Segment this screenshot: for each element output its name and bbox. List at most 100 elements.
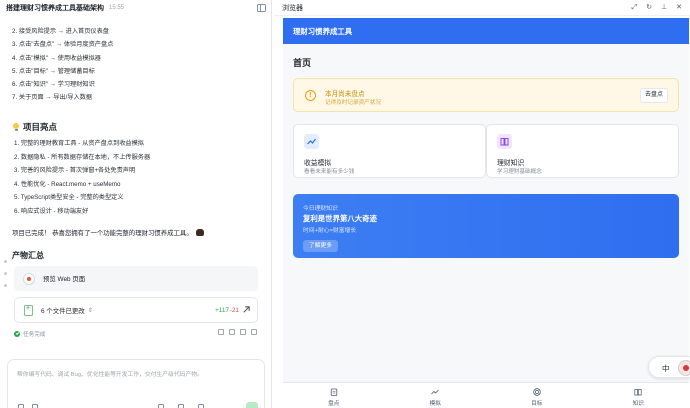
app-content: 首页 本月尚未盘点 记得及时记录资产状况 去盘点 收益模拟 看看未来能有多少钱 … — [283, 44, 690, 382]
message-composer[interactable]: 帮你编写代码、调试 Bug、优化性能等开发工作，交付生产级代码产物。 — [7, 359, 265, 408]
highlight-item: 1. 完整的理财教育工具 - 从资产盘点到收益模拟 — [14, 140, 144, 147]
reminder-title: 本月尚未盘点 — [325, 91, 365, 98]
attach-icon[interactable] — [18, 404, 24, 408]
highlights-list: 1. 完整的理财教育工具 - 从资产盘点到收益模拟 2. 数据隐私 - 所有数据… — [14, 138, 150, 219]
sidebar-toggle-icon[interactable] — [257, 4, 266, 12]
thumbs-down-icon[interactable] — [229, 329, 235, 335]
highlight-item: 4. 性能优化 - React.memo + useMemo — [14, 180, 121, 188]
ime-float-widget[interactable]: 中 — [648, 356, 690, 378]
file-changes-card[interactable]: 6 个文件已更改 ⇕ +117 -21 — [14, 297, 258, 323]
chevron-updown-icon: ⇕ — [87, 307, 93, 314]
feature-title: 理财知识 — [497, 160, 525, 167]
usage-steps: 2. 接受风险提示 → 进入首页仪表盘 3. 点击"去盘点" → 体验月度资产盘… — [12, 26, 113, 106]
step-item: 7. 关于页面 → 导出/导入数据 — [12, 94, 93, 102]
composer-placeholder: 帮你编写代码、调试 Bug、优化性能等开发工作，交付生产级代码产物。 — [17, 372, 203, 378]
feature-subtitle: 学习理财基础概念 — [497, 169, 542, 175]
task-title: 搭建理财习惯养成工具基础架构 — [6, 5, 104, 12]
message-actions — [218, 329, 257, 335]
open-external-icon[interactable] — [242, 305, 251, 314]
trend-icon — [431, 389, 440, 395]
step-item: 2. 接受风险提示 → 进入首页仪表盘 — [12, 28, 109, 35]
send-button[interactable] — [246, 402, 258, 408]
deletions-count: -21 — [229, 306, 239, 314]
close-icon[interactable]: ✕ — [676, 4, 682, 12]
banner-title: 复利是世界第八大奇迹 — [303, 214, 377, 223]
browser-controls: ⤢ ↻ ⊥ ✕ — [632, 4, 682, 12]
mic-icon[interactable] — [198, 404, 204, 408]
chat-pane: 搭建理财习惯养成工具基础架构 15:55 2. 接受风险提示 → 进入首页仪表盘… — [0, 0, 272, 408]
step-item: 4. 点击"模拟" → 使用收益模拟器 — [12, 54, 101, 62]
app-header: 理财习惯养成工具 — [283, 18, 689, 44]
feature-card-simulation[interactable]: 收益模拟 看看未来能有多少钱 — [293, 124, 486, 178]
tab-inventory[interactable]: 盘点 — [283, 383, 385, 408]
banner-kicker: 今日理财知识 — [303, 206, 338, 212]
file-diff-icon — [24, 304, 33, 316]
chat-header: 搭建理财习惯养成工具基础架构 15:55 — [0, 0, 272, 16]
book-icon — [497, 134, 512, 149]
clipboard-icon — [330, 388, 337, 396]
refresh-icon[interactable]: ↻ — [646, 4, 652, 12]
task-status: 任务完成 — [14, 330, 45, 338]
feature-title: 收益模拟 — [304, 160, 332, 167]
ime-label: 中 — [662, 364, 670, 373]
pin-icon[interactable]: ⊥ — [661, 4, 667, 12]
tab-label: 盘点 — [328, 401, 340, 407]
status-text: 任务完成 — [23, 332, 46, 338]
browser-title: 浏览器 — [282, 4, 303, 12]
tab-goals[interactable]: 目标 — [486, 383, 588, 408]
step-item: 6. 点击"知识" → 学习理财知识 — [12, 81, 95, 89]
learn-more-button[interactable]: 了解更多 — [303, 240, 338, 252]
feature-subtitle: 看看未来能有多少钱 — [304, 169, 355, 175]
task-time: 15:55 — [109, 5, 125, 11]
browser-toolbar: 浏览器 ⤢ ↻ ⊥ ✕ — [274, 0, 690, 16]
tab-knowledge[interactable]: 知识 — [588, 383, 690, 408]
completion-text: 项目已完成！ 恭喜您拥有了一个功能完整的理财习惯养成工具。 — [12, 230, 193, 237]
target-icon — [533, 388, 541, 396]
highlights-heading: 项目亮点 — [12, 121, 57, 133]
bottom-tab-bar: 盘点 模拟 目标 知识 — [283, 382, 689, 408]
thumbs-up-icon[interactable] — [218, 329, 224, 335]
highlight-item: 5. TypeScript类型安全 - 完整的类型定义 — [14, 194, 124, 201]
reminder-subtitle: 记得及时记录资产状况 — [325, 100, 381, 106]
highlight-item: 2. 数据隐私 - 所有数据存储在本地，不上传服务器 — [14, 153, 151, 161]
scroll-dot — [4, 284, 7, 287]
copy-icon[interactable] — [240, 329, 246, 335]
banner-subtitle: 时间+耐心=财富增长 — [303, 228, 357, 234]
changes-label: 6 个文件已更改 — [41, 307, 85, 315]
tab-label: 模拟 — [429, 401, 441, 407]
preview-label: 预览 Web 页面 — [43, 276, 86, 283]
scroll-dot — [4, 260, 7, 263]
highlight-item: 3. 完善的风险提示 - 首次弹窗+各处免责声明 — [14, 167, 136, 174]
step-item: 3. 点击"去盘点" → 体验月度资产盘点 — [12, 41, 114, 49]
trend-up-icon — [304, 134, 319, 149]
browser-pane: 浏览器 ⤢ ↻ ⊥ ✕ 理财习惯养成工具 首页 本月尚未盘点 记得及时记录资产状… — [274, 0, 690, 408]
image-icon[interactable] — [178, 404, 184, 408]
step-item: 5. 点击"目标" → 管理储蓄目标 — [12, 67, 95, 75]
completion-message: 项目已完成！ 恭喜您拥有了一个功能完整的理财习惯养成工具。 — [12, 228, 204, 237]
tab-label: 知识 — [632, 401, 644, 407]
highlights-heading-text: 项目亮点 — [23, 122, 58, 132]
additions-count: +117 — [215, 306, 229, 314]
app-title: 理财习惯养成工具 — [293, 26, 353, 36]
tab-label: 目标 — [531, 401, 543, 407]
warning-icon — [305, 90, 316, 101]
book-icon — [634, 389, 642, 396]
scroll-dot — [4, 272, 7, 275]
go-inventory-button[interactable]: 去盘点 — [640, 88, 668, 103]
expand-icon[interactable]: ⤢ — [632, 4, 638, 12]
settings-icon[interactable] — [32, 404, 38, 408]
share-icon[interactable] — [251, 329, 257, 335]
check-circle-icon — [14, 331, 20, 337]
highlight-item: 6. 响应式设计 - 移动端友好 — [14, 207, 89, 215]
artifacts-heading: 产物汇总 — [12, 251, 44, 260]
daily-knowledge-banner: 今日理财知识 复利是世界第八大奇迹 时间+耐心=财富增长 了解更多 — [293, 194, 679, 258]
lightbulb-icon — [12, 122, 20, 132]
avatar — [678, 360, 690, 376]
page-title: 首页 — [293, 58, 312, 68]
browser-logo-icon — [23, 272, 35, 285]
preview-web-page-button[interactable]: 预览 Web 页面 — [14, 266, 258, 291]
feature-card-knowledge[interactable]: 理财知识 学习理财基础概念 — [486, 124, 679, 178]
mention-icon[interactable] — [158, 404, 164, 408]
tab-simulation[interactable]: 模拟 — [385, 383, 487, 408]
inventory-reminder: 本月尚未盘点 记得及时记录资产状况 去盘点 — [293, 78, 679, 112]
